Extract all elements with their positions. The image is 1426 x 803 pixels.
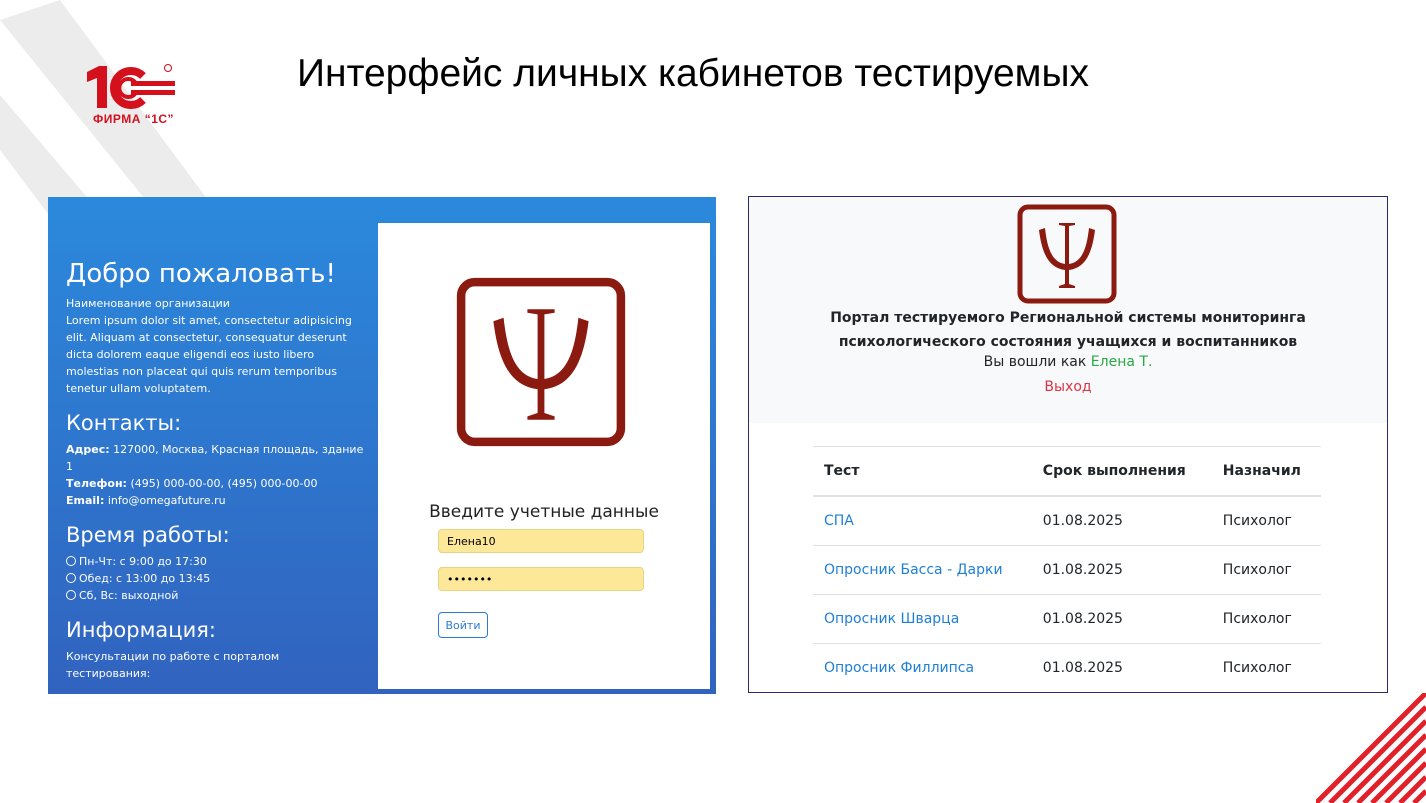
portal-screenshot: Портал тестируемого Региональной системы… xyxy=(748,196,1388,693)
assigned-by-cell: Психолог xyxy=(1211,496,1321,546)
deadline-cell: 01.08.2025 xyxy=(1031,545,1212,595)
tests-table: Тест Срок выполнения Назначил СПА 01.08.… xyxy=(813,446,1321,692)
brand-caption: ФИРМА “1С” xyxy=(93,112,175,126)
test-link[interactable]: Опросник Шварца xyxy=(813,594,1032,644)
contact-address: Адрес: 127000, Москва, Красная площадь, … xyxy=(66,443,364,473)
login-button[interactable]: Войти xyxy=(438,612,488,638)
column-header-test: Тест xyxy=(813,446,1032,497)
org-name: Наименование организации xyxy=(66,297,230,310)
logout-link[interactable]: Выход xyxy=(749,379,1387,395)
clock-icon xyxy=(66,590,76,600)
1c-logo-icon xyxy=(87,64,175,109)
corner-stripes-decoration-red xyxy=(1316,693,1426,803)
test-link[interactable]: Опросник Басса - Дарки xyxy=(813,545,1032,595)
portal-header: Портал тестируемого Региональной системы… xyxy=(749,197,1387,423)
login-screenshot: Добро пожаловать! Наименование организац… xyxy=(48,197,716,694)
hours-item: Обед: с 13:00 до 13:45 xyxy=(66,570,366,587)
logged-in-status: Вы вошли как Елена Т. xyxy=(983,354,1153,370)
hours-item: Пн-Чт: с 9:00 до 17:30 xyxy=(66,553,366,570)
clock-icon xyxy=(66,573,76,583)
psi-logo-icon xyxy=(1017,204,1117,304)
table-row: Опросник Басса - Дарки 01.08.2025 Психол… xyxy=(813,545,1321,595)
table-row: Опросник Шварца 01.08.2025 Психолог xyxy=(813,594,1321,644)
hours-heading: Время работы: xyxy=(66,523,230,547)
login-input[interactable] xyxy=(438,529,644,553)
info-panel: Добро пожаловать! Наименование организац… xyxy=(66,259,366,682)
information-heading: Информация: xyxy=(66,618,216,642)
deadline-cell: 01.08.2025 xyxy=(1031,496,1212,546)
login-card: Введите учетные данные Войти xyxy=(378,223,710,689)
table-header-row: Тест Срок выполнения Назначил xyxy=(813,446,1321,497)
column-header-assigned-by: Назначил xyxy=(1211,446,1321,497)
contact-phone: Телефон: (495) 000-00-00, (495) 000-00-0… xyxy=(66,477,318,490)
clock-icon xyxy=(66,556,76,566)
column-header-deadline: Срок выполнения xyxy=(1031,446,1212,497)
assigned-by-cell: Психолог xyxy=(1211,643,1321,692)
contact-email: Email: info@omegafuture.ru xyxy=(66,494,226,507)
user-name: Елена Т. xyxy=(1090,354,1153,370)
password-input[interactable] xyxy=(438,567,644,591)
psi-logo-icon xyxy=(456,277,626,447)
login-form-title: Введите учетные данные xyxy=(429,502,659,522)
portal-title: Портал тестируемого Региональной системы… xyxy=(830,310,1306,350)
table-row: Опросник Филлипса 01.08.2025 Психолог xyxy=(813,643,1321,692)
deadline-cell: 01.08.2025 xyxy=(1031,594,1212,644)
contacts-heading: Контакты: xyxy=(66,411,182,435)
slide-title: Интерфейс личных кабинетов тестируемых xyxy=(297,52,1089,95)
test-link[interactable]: Опросник Филлипса xyxy=(813,643,1032,692)
welcome-heading: Добро пожаловать! xyxy=(66,259,336,289)
information-text: Консультации по работе с порталом тестир… xyxy=(66,650,280,680)
welcome-text: Lorem ipsum dolor sit amet, consectetur … xyxy=(66,314,352,395)
assigned-by-cell: Психолог xyxy=(1211,545,1321,595)
deadline-cell: 01.08.2025 xyxy=(1031,643,1212,692)
brand-logo: ФИРМА “1С” xyxy=(85,62,185,130)
assigned-by-cell: Психолог xyxy=(1211,594,1321,644)
table-row: СПА 01.08.2025 Психолог xyxy=(813,496,1321,546)
hours-item: Сб, Вс: выходной xyxy=(66,587,366,604)
test-link[interactable]: СПА xyxy=(813,496,1032,546)
